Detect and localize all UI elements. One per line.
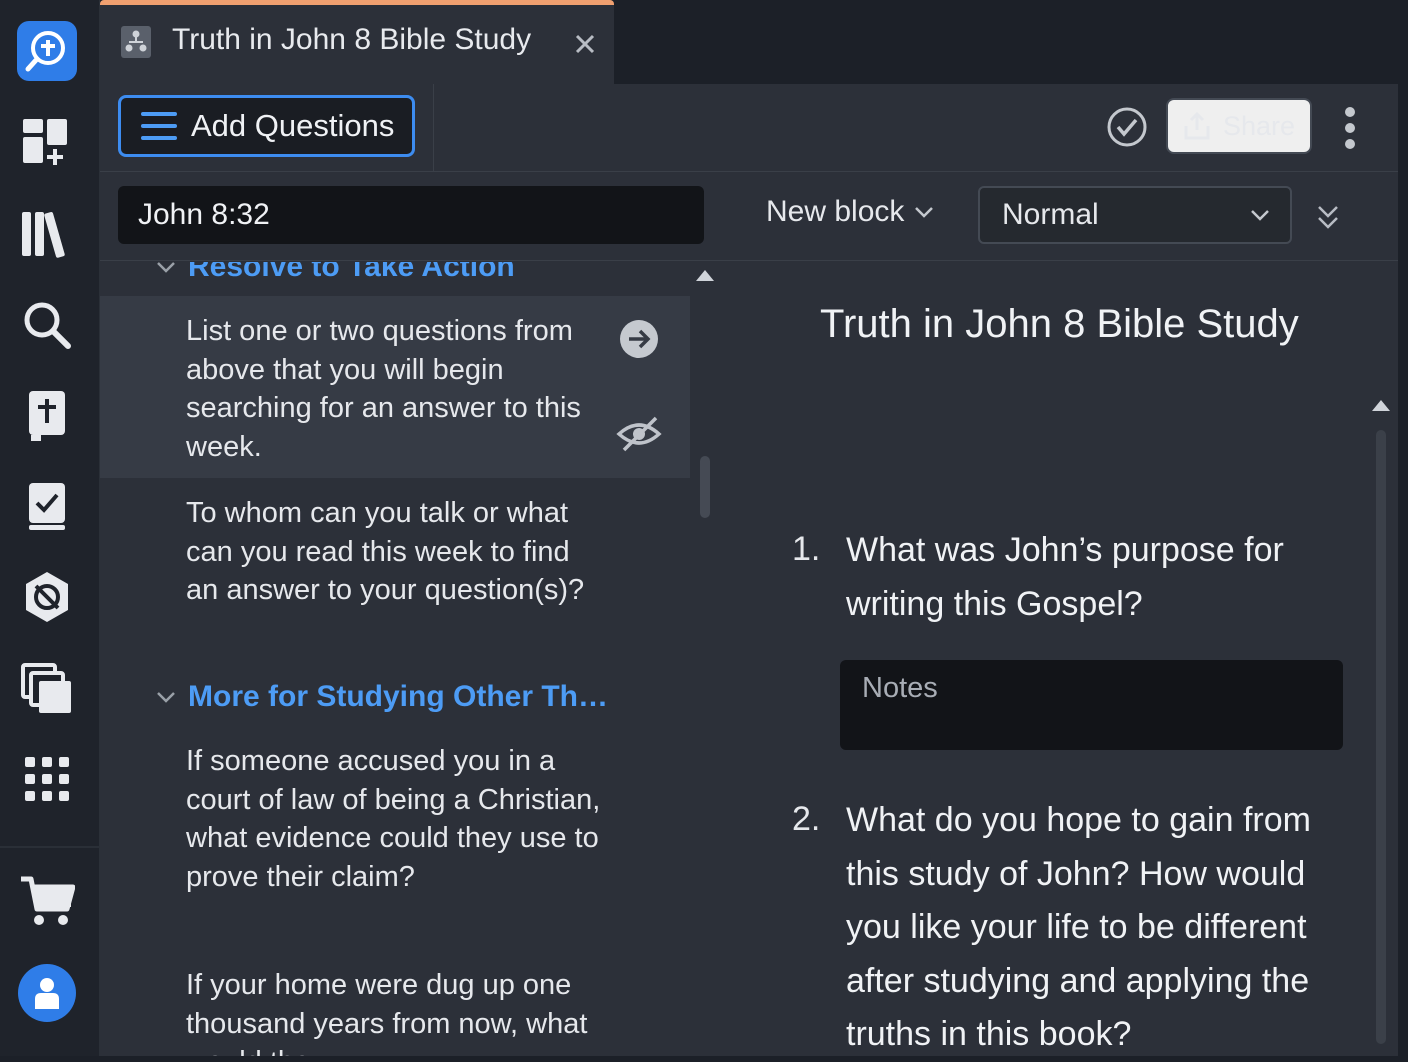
close-icon[interactable] (572, 31, 598, 57)
scrollbar-track[interactable] (1376, 430, 1386, 1044)
question-text: If someone accused you in a court of law… (186, 745, 601, 893)
paragraph-style-select[interactable]: Normal (978, 186, 1292, 244)
document-icon (120, 25, 152, 59)
double-chevron-down-icon[interactable] (1316, 203, 1340, 233)
notes-field[interactable]: Notes (840, 660, 1343, 750)
user-avatar-icon[interactable] (16, 962, 78, 1024)
chevron-down-icon (914, 206, 934, 218)
hide-eye-icon[interactable] (616, 414, 662, 454)
section-heading-resolve[interactable]: Resolve to Take Action (156, 262, 515, 284)
tab-bible-study[interactable]: Truth in John 8 Bible Study (100, 0, 614, 84)
arrow-right-circle-icon[interactable] (618, 318, 660, 360)
new-block-dropdown[interactable]: New block (766, 195, 934, 229)
new-block-label: New block (766, 195, 905, 228)
paragraph-style-value: Normal (1002, 198, 1099, 231)
check-circle-icon[interactable] (1106, 106, 1148, 148)
study-checklist-icon[interactable] (16, 476, 78, 538)
menu-icon (141, 111, 177, 141)
tab-title: Truth in John 8 Bible Study (172, 23, 532, 56)
question-text: List one or two questions from above tha… (186, 315, 581, 463)
scrollbar-thumb[interactable] (700, 456, 710, 518)
question-number: 1. (792, 530, 821, 568)
apps-grid-icon[interactable] (16, 748, 78, 810)
chevron-down-icon (1250, 209, 1270, 221)
section-title: More for Studying Other Th… (188, 680, 608, 713)
share-icon (1183, 111, 1211, 141)
app-sidebar (0, 0, 100, 1056)
logos-search-icon[interactable] (16, 20, 78, 82)
section-title: Resolve to Take Action (188, 262, 515, 283)
add-panel-icon[interactable] (16, 110, 78, 172)
sidebar-divider (0, 846, 100, 848)
question-text: To whom can you talk or what can you rea… (186, 497, 585, 606)
share-label: Share (1222, 110, 1296, 141)
add-questions-label: Add Questions (191, 108, 395, 143)
add-questions-button[interactable]: Add Questions (118, 95, 415, 157)
hidden-resource-icon[interactable] (16, 566, 78, 628)
scroll-up-arrow[interactable] (696, 270, 714, 281)
list-item[interactable]: If your home were dug up one thousand ye… (100, 952, 690, 1056)
bible-icon[interactable] (16, 386, 78, 448)
toolbar-divider (433, 84, 434, 172)
section-heading-more[interactable]: More for Studying Other Th… (156, 680, 608, 714)
document-title[interactable]: Truth in John 8 Bible Study (820, 302, 1299, 347)
list-item[interactable]: If someone accused you in a court of law… (100, 728, 690, 928)
share-button[interactable]: Share (1166, 98, 1312, 154)
cart-icon[interactable] (16, 870, 78, 932)
search-row: John 8:32 New block Normal (100, 173, 1398, 261)
question-text[interactable]: What do you hope to gain from this study… (846, 794, 1356, 1062)
question-text: If your home were dug up one thousand ye… (186, 969, 588, 1056)
scroll-up-arrow[interactable] (1372, 400, 1390, 411)
chevron-down-icon (156, 691, 176, 703)
search-icon[interactable] (16, 294, 78, 356)
copy-documents-icon[interactable] (16, 658, 78, 720)
list-item[interactable]: List one or two questions from above tha… (100, 296, 690, 478)
library-icon[interactable] (16, 202, 78, 264)
question-text[interactable]: What was John’s purpose for writing this… (846, 524, 1356, 631)
question-list: Resolve to Take Action List one or two q… (100, 262, 690, 1056)
study-panel: Add Questions Share John 8:32 New block … (100, 84, 1398, 1056)
question-number: 2. (792, 800, 821, 838)
passage-reference-input[interactable]: John 8:32 (118, 186, 704, 244)
chevron-down-icon (156, 262, 176, 273)
more-options-icon[interactable] (1336, 106, 1364, 150)
toolbar: Add Questions Share (100, 84, 1398, 172)
list-item[interactable]: To whom can you talk or what can you rea… (100, 478, 690, 658)
